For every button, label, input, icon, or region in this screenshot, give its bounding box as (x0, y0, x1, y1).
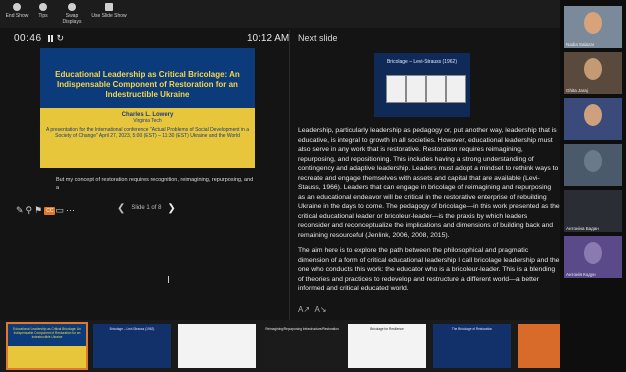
tips-button[interactable]: Tips (30, 3, 56, 19)
participant-tile[interactable]: Ghita Jaraj (564, 52, 622, 94)
close-icon (13, 3, 21, 11)
participant-name: Антонія Кодун (566, 272, 596, 277)
current-slide[interactable]: Educational Leadership as Critical Brico… (40, 48, 255, 168)
slide-thumbnail[interactable]: The Bricolage of Restoration (433, 324, 511, 368)
slide-navigation: ❮ Slide 1 of 8 ❯ (117, 203, 176, 214)
slide-counter: Slide 1 of 8 (131, 205, 162, 211)
participant-name: Nadia Salazar (566, 42, 595, 47)
mouse-cursor-icon (168, 276, 174, 283)
timer-value: 00:46 (14, 33, 42, 44)
participant-tile[interactable]: Nadia Salazar (564, 6, 622, 48)
slide-thumbnail[interactable]: Reimagining/Repurposing Infrastructure/R… (263, 324, 341, 368)
slide-affiliation: Virginia Tech (133, 118, 162, 124)
pause-icon[interactable] (47, 35, 53, 42)
participant-tile[interactable]: Антонія Кодун (564, 236, 622, 278)
end-show-button[interactable]: End Show (4, 3, 30, 19)
slide-thumbnail-title: Bricolage – Levi-Strauss (1962) (109, 327, 155, 331)
participant-tile[interactable]: Антоніна Бадан (564, 190, 622, 232)
notes-paragraph: Leadership, particularly leadership as p… (298, 127, 560, 239)
speaker-notes[interactable]: But my concept of restoration requires r… (56, 176, 256, 192)
slide-thumbnail-title: The Bricolage of Restoration (451, 327, 493, 331)
use-slide-show-button[interactable]: Use Slide Show (90, 3, 128, 19)
slideshow-icon (105, 3, 113, 11)
info-icon (39, 3, 47, 11)
book-cover-image (406, 75, 426, 103)
book-cover-image (426, 75, 446, 103)
next-slide-preview[interactable]: Bricolage – Levi-Strauss (1962) (374, 53, 470, 117)
next-slide-thumb-title: Bricolage – Levi-Strauss (1962) (386, 59, 458, 65)
subtitles-icon[interactable]: CC (44, 207, 56, 215)
book-cover-image (386, 75, 406, 103)
participant-video (584, 196, 602, 218)
presentation-timer: 00:46 ↻ (14, 33, 65, 44)
slide-thumbnail[interactable]: Bricolage – Levi-Strauss (1962) (93, 324, 171, 368)
slide-thumbnail[interactable]: Bricolage for Resilience (348, 324, 426, 368)
clock: 10:12 AM (247, 33, 290, 44)
participant-name: Антоніна Бадан (566, 226, 599, 231)
pen-icon[interactable]: ✎ (16, 205, 26, 215)
increase-font-icon[interactable]: A↗ (298, 305, 310, 314)
slide-filmstrip: Educational Leadership as Critical Brico… (0, 320, 596, 372)
slide-thumbnail[interactable] (178, 324, 256, 368)
flag-yellow-band (8, 346, 86, 368)
decrease-font-icon[interactable]: A↘ (315, 305, 327, 314)
slide-thumbnail-title: Educational Leadership as Critical Brico… (13, 327, 81, 339)
notes-paragraph: The aim here is to explore the path betw… (298, 247, 560, 292)
participant-video (584, 58, 602, 80)
slide-title: Educational Leadership as Critical Brico… (55, 70, 240, 99)
next-slide-icon[interactable]: ❯ (167, 203, 175, 214)
more-options-icon[interactable]: ⋯ (66, 205, 77, 215)
next-slide-label: Next slide (298, 33, 338, 43)
participant-video (584, 150, 602, 172)
reset-timer-icon[interactable]: ↻ (57, 33, 65, 43)
participant-name: Ghita Jaraj (566, 88, 588, 93)
slide-thumbnail-title: Reimagining/Repurposing Infrastructure/R… (265, 327, 339, 331)
next-slide-notes[interactable]: Leadership, particularly leadership as p… (298, 126, 560, 301)
participant-video (584, 104, 602, 126)
participant-tile[interactable] (564, 144, 622, 186)
book-cover-image (446, 75, 466, 103)
presenter-tools: ✎⚲⚑ CC ▭⋯ (16, 205, 77, 216)
pane-divider[interactable] (289, 30, 290, 320)
slide-thumbnail-title: Bricolage for Resilience (370, 327, 404, 331)
camera-icon[interactable]: ▭ (55, 205, 66, 215)
presenter-toolbar: End Show Tips Swap Displays Use Slide Sh… (0, 0, 560, 28)
participant-video (584, 242, 602, 264)
pointer-icon[interactable]: ⚑ (34, 205, 44, 215)
slide-subtitle-block: Charles L. Lowery Virginia Tech A presen… (44, 112, 251, 139)
swap-icon (68, 3, 76, 11)
slide-thumbnail[interactable]: Educational Leadership as Critical Brico… (6, 322, 88, 370)
previous-slide-icon[interactable]: ❮ (117, 203, 125, 214)
participants-panel: Nadia Salazar Ghita Jaraj Антоніна Бадан Ан… (560, 0, 626, 372)
participant-tile[interactable] (564, 98, 622, 140)
font-size-controls: A↗ A↘ (298, 305, 327, 314)
swap-displays-button[interactable]: Swap Displays (56, 3, 88, 25)
participant-video (584, 12, 602, 34)
slide-event: A presentation for the International con… (45, 127, 249, 139)
zoom-icon[interactable]: ⚲ (26, 205, 35, 215)
